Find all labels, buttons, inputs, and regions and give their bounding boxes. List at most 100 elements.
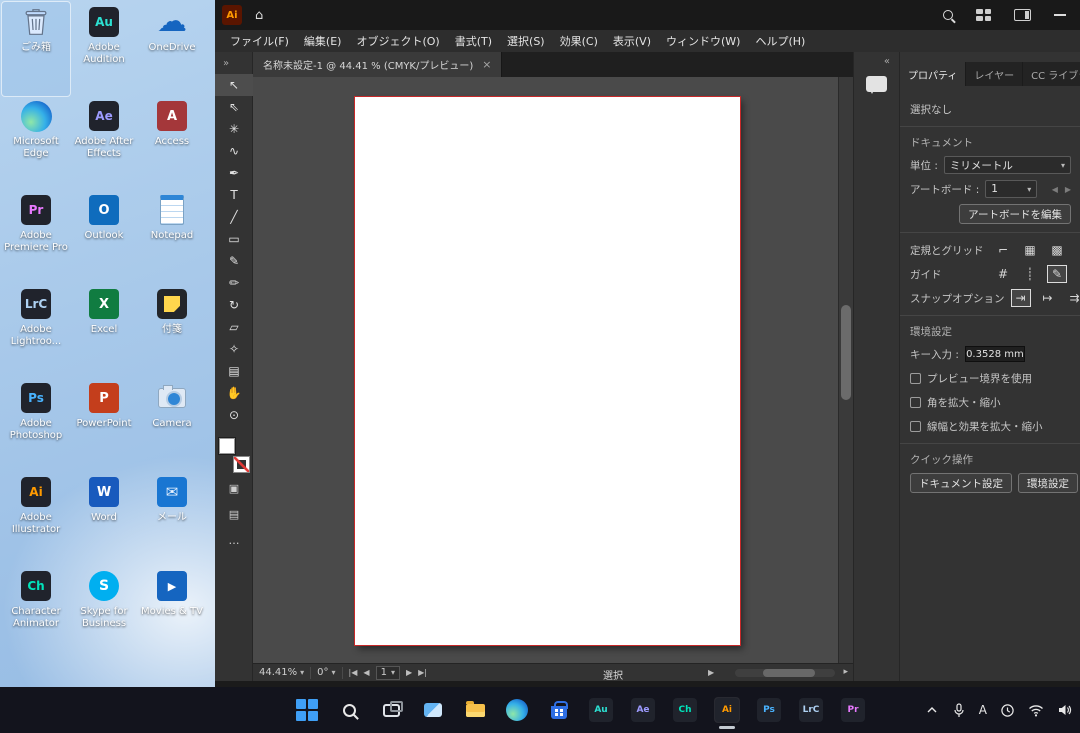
- show-guides-icon[interactable]: #: [993, 265, 1013, 283]
- status-menu-arrow-icon[interactable]: ▶: [708, 668, 714, 677]
- desktop-icon-excel[interactable]: X Excel: [70, 284, 138, 378]
- last-artboard-icon[interactable]: ▶|: [418, 668, 427, 677]
- next-artboard-arrow-icon[interactable]: ▶: [1065, 185, 1071, 194]
- vertical-scrollbar-thumb[interactable]: [841, 305, 851, 400]
- menu-file[interactable]: ファイル(F): [230, 33, 289, 49]
- minimize-button[interactable]: [1054, 14, 1066, 16]
- desktop-icon-character-animator[interactable]: Ch Character Animator: [2, 566, 70, 660]
- draw-mode-icon[interactable]: ▣: [215, 478, 253, 498]
- menu-window[interactable]: ウィンドウ(W): [666, 33, 740, 49]
- ruler-icon[interactable]: ⌐: [993, 241, 1013, 259]
- paintbrush-tool[interactable]: ✎: [215, 250, 253, 272]
- microphone-icon[interactable]: [952, 703, 966, 718]
- smart-guides-icon[interactable]: ✎: [1047, 265, 1067, 283]
- desktop-icon-camera[interactable]: Camera: [138, 378, 206, 472]
- transparency-grid-icon[interactable]: ▩: [1047, 241, 1067, 259]
- snap-to-point-icon[interactable]: ↦: [1038, 289, 1058, 307]
- desktop-icon-outlook[interactable]: O Outlook: [70, 190, 138, 284]
- magic-wand-tool[interactable]: ✳: [215, 118, 253, 140]
- comments-icon[interactable]: [866, 76, 887, 92]
- taskbar-photoshop-button[interactable]: Ps: [756, 697, 782, 723]
- color-mode-icon[interactable]: ▤: [215, 504, 253, 524]
- canvas[interactable]: [253, 77, 838, 663]
- taskbar-lightroom-classic-button[interactable]: LrC: [798, 697, 824, 723]
- edit-artboards-button[interactable]: アートボードを編集: [959, 204, 1071, 224]
- desktop-icon-microsoft-edge[interactable]: Microsoft Edge: [2, 96, 70, 190]
- first-artboard-icon[interactable]: |◀: [349, 668, 358, 677]
- lock-guides-icon[interactable]: ┊: [1020, 265, 1040, 283]
- snap-to-grid-icon[interactable]: ⇥: [1011, 289, 1031, 307]
- menu-select[interactable]: 選択(S): [507, 33, 545, 49]
- menu-view[interactable]: 表示(V): [613, 33, 651, 49]
- desktop-icon-onedrive[interactable]: ☁ OneDrive: [138, 2, 206, 96]
- fill-swatch[interactable]: [219, 438, 235, 454]
- taskbar-premiere-pro-button[interactable]: Pr: [840, 697, 866, 723]
- tab-properties[interactable]: プロパティ: [900, 62, 966, 86]
- desktop-icon-photoshop[interactable]: Ps Adobe Photoshop: [2, 378, 70, 472]
- previous-artboard-arrow-icon[interactable]: ◀: [1052, 185, 1058, 194]
- artboard[interactable]: [355, 97, 740, 645]
- artboard-navigation-select[interactable]: 1 ▾: [376, 666, 400, 680]
- desktop-icon-access[interactable]: A Access: [138, 96, 206, 190]
- task-view-button[interactable]: [378, 697, 404, 723]
- key-input-field[interactable]: [965, 346, 1025, 362]
- taskbar-character-animator-button[interactable]: Ch: [672, 697, 698, 723]
- pencil-tool[interactable]: ✏: [215, 272, 253, 294]
- preview-bounds-checkbox[interactable]: [910, 373, 921, 384]
- taskbar-audition-button[interactable]: Au: [588, 697, 614, 723]
- widgets-button[interactable]: [420, 697, 446, 723]
- collapse-panels-icon[interactable]: «: [884, 56, 890, 67]
- search-icon[interactable]: [943, 10, 953, 20]
- scale-corners-checkbox[interactable]: [910, 397, 921, 408]
- rotate-tool[interactable]: ↻: [215, 294, 253, 316]
- stroke-swatch[interactable]: [234, 457, 249, 472]
- volume-icon[interactable]: [1057, 703, 1072, 717]
- menu-help[interactable]: ヘルプ(H): [755, 33, 805, 49]
- taskbar-search-button[interactable]: [336, 697, 362, 723]
- horizontal-scrollbar-thumb[interactable]: [763, 669, 815, 677]
- close-tab-icon[interactable]: ×: [482, 58, 491, 71]
- scale-tool[interactable]: ▱: [215, 316, 253, 338]
- tray-overflow-chevron-icon[interactable]: [925, 703, 939, 717]
- horizontal-scrollbar[interactable]: [735, 669, 835, 677]
- document-setup-button[interactable]: ドキュメント設定: [910, 473, 1012, 493]
- artboard-select[interactable]: 1 ▾: [985, 180, 1037, 198]
- document-tab[interactable]: 名称未設定-1 @ 44.41 % (CMYK/プレビュー) ×: [253, 52, 502, 77]
- home-icon[interactable]: ⌂: [255, 8, 263, 23]
- edit-toolbar-icon[interactable]: …: [215, 530, 253, 550]
- desktop-icon-recycle-bin[interactable]: ごみ箱: [2, 2, 70, 96]
- tab-layers[interactable]: レイヤー: [966, 62, 1023, 86]
- microsoft-store-button[interactable]: [546, 697, 572, 723]
- arrange-documents-icon[interactable]: [976, 9, 991, 21]
- desktop-icon-mail[interactable]: ✉ メール: [138, 472, 206, 566]
- taskbar-illustrator-button[interactable]: Ai: [714, 697, 740, 723]
- scroll-right-icon[interactable]: ▸: [843, 667, 848, 677]
- scale-strokes-effects-checkbox[interactable]: [910, 421, 921, 432]
- type-tool[interactable]: T: [215, 184, 253, 206]
- tab-cc-libraries[interactable]: CC ライブラリ: [1023, 62, 1080, 86]
- menu-type[interactable]: 書式(T): [455, 33, 492, 49]
- toolbar-expand-icon[interactable]: »: [223, 58, 229, 69]
- rectangle-tool[interactable]: ▭: [215, 228, 253, 250]
- snap-to-pixel-icon[interactable]: ⇉: [1065, 289, 1080, 307]
- edge-button[interactable]: [504, 697, 530, 723]
- desktop-icon-after-effects[interactable]: Ae Adobe After Effects: [70, 96, 138, 190]
- desktop-icon-word[interactable]: W Word: [70, 472, 138, 566]
- wifi-icon[interactable]: [1028, 704, 1044, 717]
- desktop-icon-movies-tv[interactable]: ▶ Movies & TV: [138, 566, 206, 660]
- line-segment-tool[interactable]: ╱: [215, 206, 253, 228]
- menu-effect[interactable]: 効果(C): [560, 33, 598, 49]
- grid-icon[interactable]: ▦: [1020, 241, 1040, 259]
- next-artboard-icon[interactable]: ▶: [406, 668, 412, 677]
- selection-tool[interactable]: ↖: [215, 74, 253, 96]
- desktop-icon-powerpoint[interactable]: P PowerPoint: [70, 378, 138, 472]
- hand-tool[interactable]: ✋: [215, 382, 253, 404]
- taskbar-after-effects-button[interactable]: Ae: [630, 697, 656, 723]
- desktop-icon-audition[interactable]: Au Adobe Audition: [70, 2, 138, 96]
- preferences-button[interactable]: 環境設定: [1018, 473, 1078, 493]
- desktop-icon-lightroom-classic[interactable]: LrC Adobe Lightroo...: [2, 284, 70, 378]
- zoom-level-select[interactable]: 44.41% ▾: [259, 667, 304, 678]
- ime-indicator[interactable]: A: [979, 703, 987, 717]
- direct-selection-tool[interactable]: ⇖: [215, 96, 253, 118]
- lasso-tool[interactable]: ∿: [215, 140, 253, 162]
